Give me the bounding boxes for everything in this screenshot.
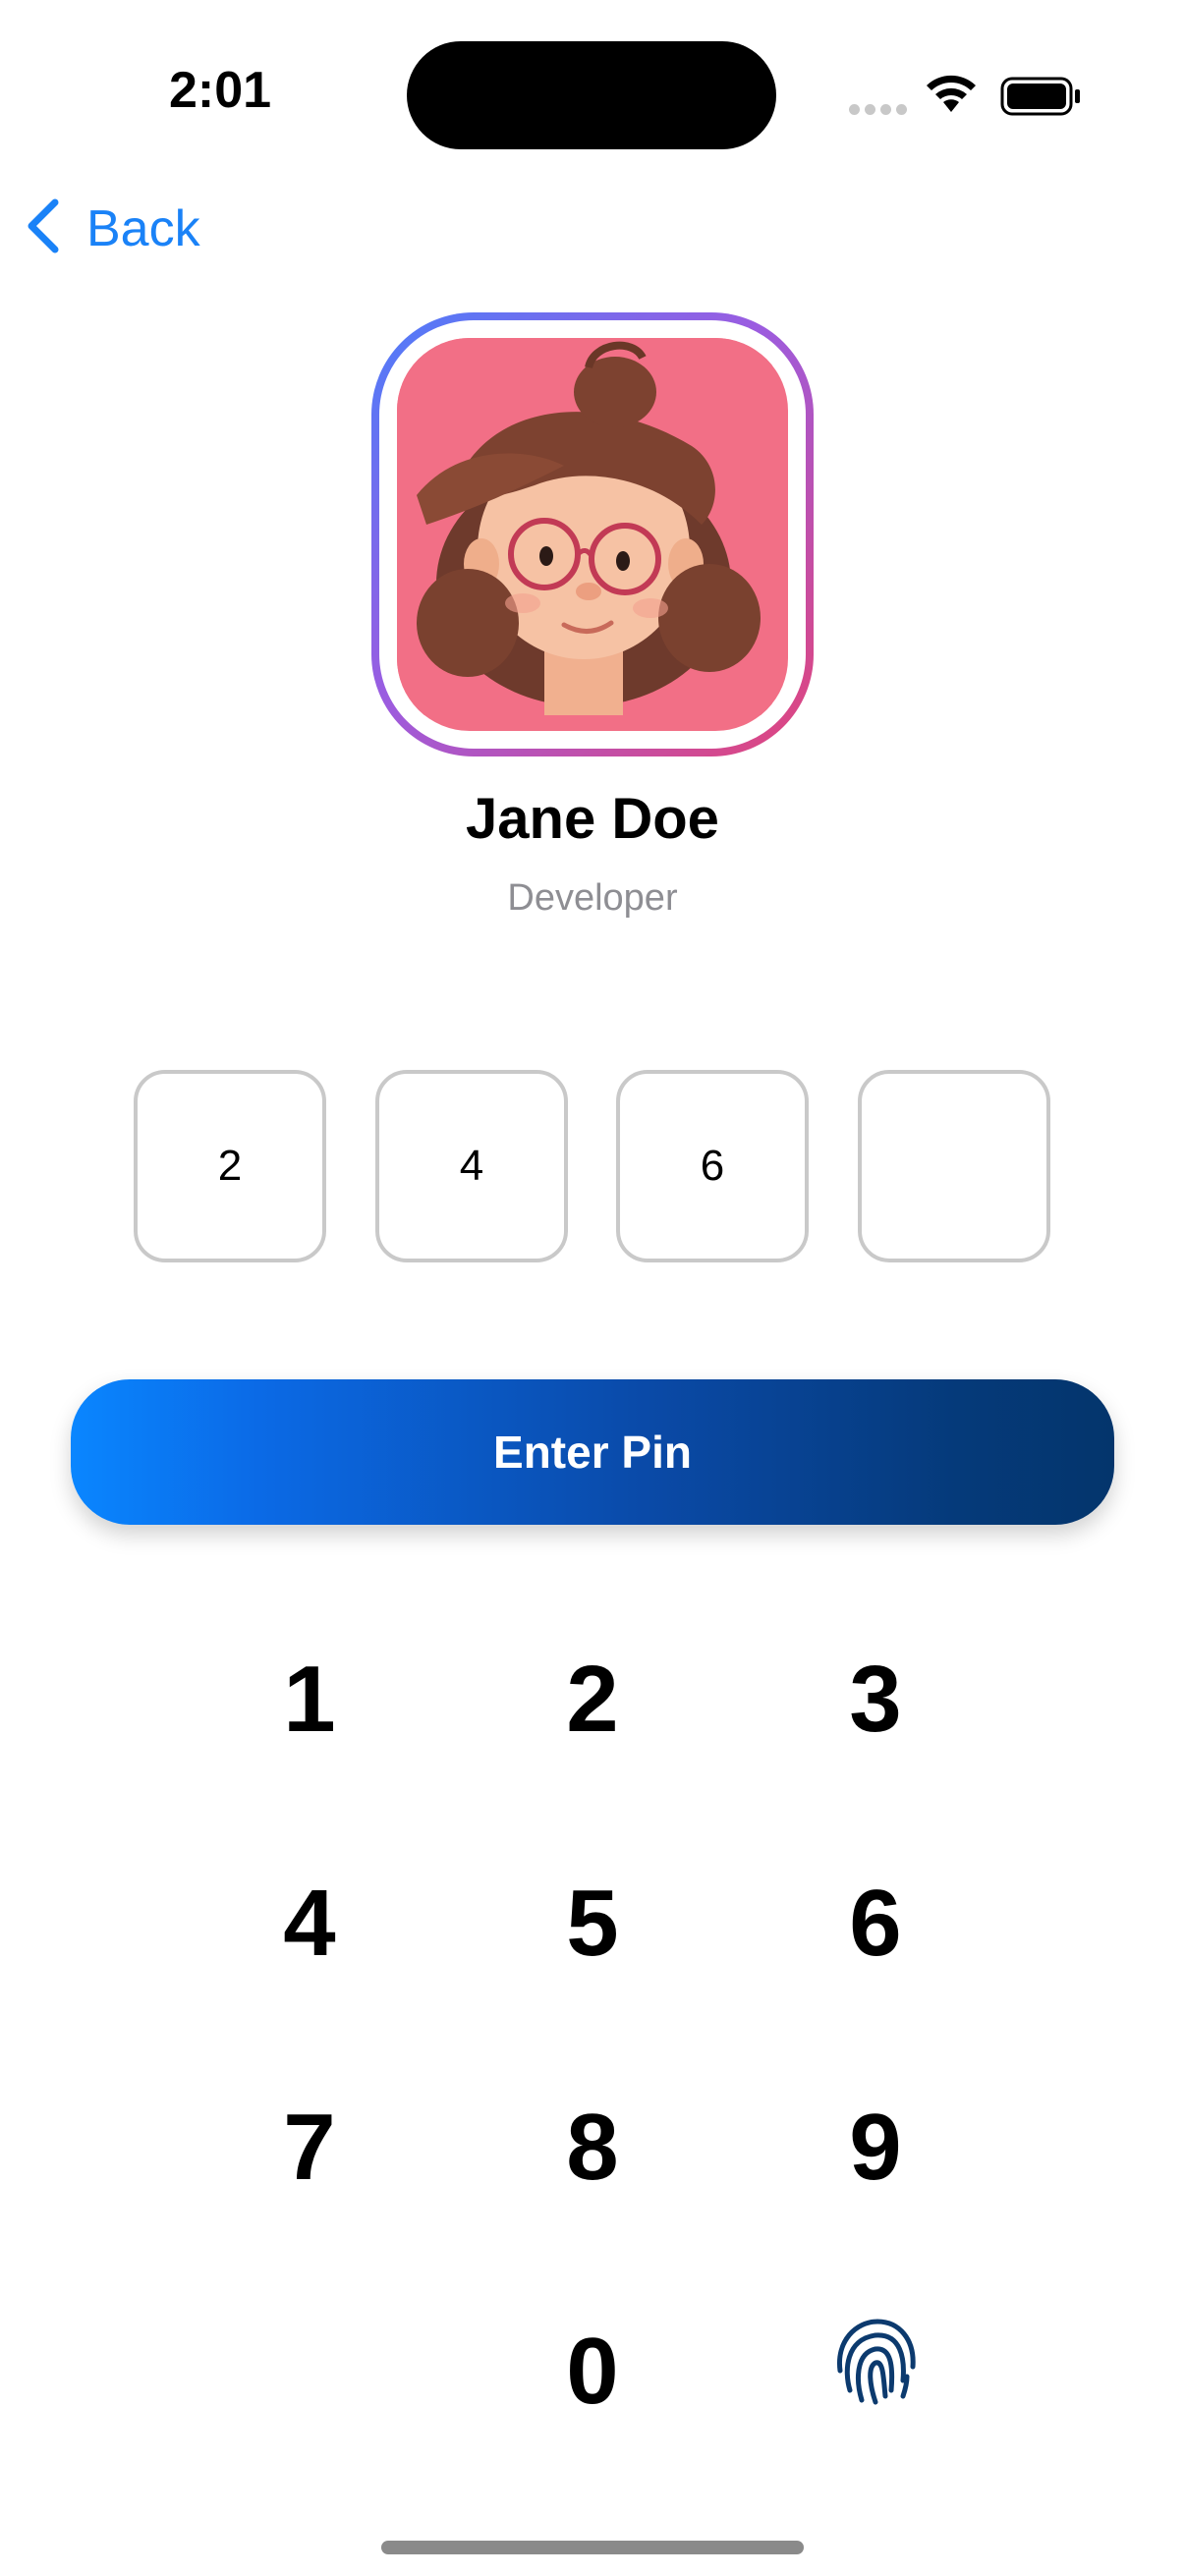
keypad-key-1[interactable]: 1 (211, 1621, 408, 1778)
profile-role: Developer (507, 877, 678, 919)
avatar-frame (371, 312, 814, 756)
home-indicator[interactable] (381, 2541, 804, 2554)
keypad-key-9[interactable]: 9 (777, 2069, 974, 2226)
keypad-key-7[interactable]: 7 (211, 2069, 408, 2226)
keypad-key-5[interactable]: 5 (494, 1845, 691, 2002)
battery-icon (1000, 77, 1083, 121)
keypad-key-6[interactable]: 6 (777, 1845, 974, 2002)
dynamic-island (407, 41, 776, 149)
back-label: Back (86, 199, 200, 257)
keypad-key-4[interactable]: 4 (211, 1845, 408, 2002)
pin-digit-4[interactable] (858, 1070, 1050, 1262)
pin-digit-3[interactable]: 6 (616, 1070, 809, 1262)
profile-name: Jane Doe (466, 787, 719, 851)
cellular-signal-icon (849, 102, 912, 120)
keypad-key-2[interactable]: 2 (494, 1621, 691, 1778)
pin-digit-2[interactable]: 4 (375, 1070, 568, 1262)
enter-pin-label: Enter Pin (493, 1427, 692, 1478)
back-button[interactable]: Back (24, 196, 200, 260)
keypad-key-3[interactable]: 3 (777, 1621, 974, 1778)
wifi-icon (924, 73, 979, 119)
status-time: 2:01 (169, 62, 272, 119)
keypad-key-0[interactable]: 0 (494, 2293, 691, 2450)
pin-digit-1[interactable]: 2 (134, 1070, 326, 1262)
enter-pin-button[interactable]: Enter Pin (71, 1379, 1114, 1525)
chevron-left-icon (24, 196, 63, 260)
fingerprint-icon (826, 2312, 925, 2433)
fingerprint-button[interactable] (777, 2293, 974, 2450)
avatar (397, 338, 788, 731)
keypad-key-8[interactable]: 8 (494, 2069, 691, 2226)
